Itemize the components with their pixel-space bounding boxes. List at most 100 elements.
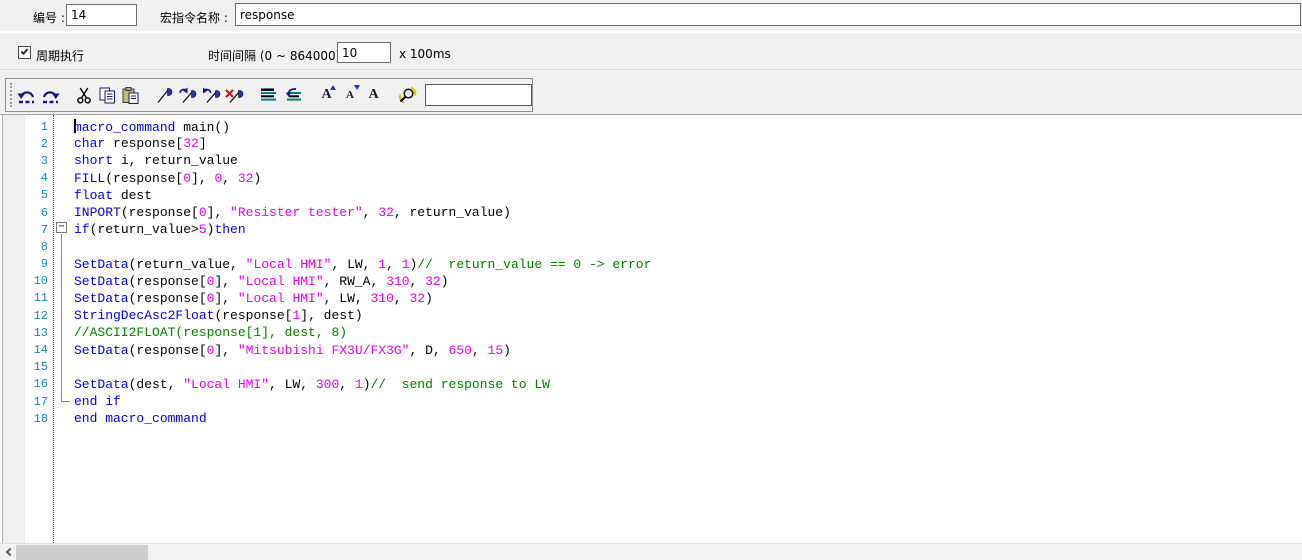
indent-button[interactable] <box>257 82 281 108</box>
code-line[interactable]: 18end macro_command <box>0 410 1302 427</box>
code-text: if(return_value>5)then <box>74 222 246 237</box>
line-number: 9 <box>0 257 50 271</box>
line-number: 11 <box>0 291 50 305</box>
code-line[interactable]: 5 float dest <box>0 187 1302 204</box>
fold-margin <box>50 307 74 324</box>
line-number: 10 <box>0 274 50 288</box>
code-line[interactable]: 17end if <box>0 393 1302 410</box>
code-line[interactable]: 2char response[32] <box>0 135 1302 152</box>
line-number: 4 <box>0 171 50 185</box>
line-number: 2 <box>0 137 50 151</box>
code-text: float dest <box>74 188 152 203</box>
code-line[interactable]: 10 SetData(response[0], "Local HMI", RW_A… <box>0 273 1302 290</box>
line-number: 13 <box>0 326 50 340</box>
undo-icon <box>17 87 37 104</box>
cut-button[interactable] <box>72 82 96 108</box>
search-button[interactable] <box>396 82 420 108</box>
macro-name-label: 宏指令名称 : <box>160 9 228 26</box>
paste-icon <box>122 87 139 104</box>
bookmark-flag-icon <box>155 87 175 104</box>
undo-button[interactable] <box>15 82 39 108</box>
code-text: //ASCII2FLOAT(response[1], dest, 8) <box>74 325 347 340</box>
code-line[interactable]: 8 <box>0 238 1302 255</box>
fold-margin <box>50 410 74 427</box>
fold-margin <box>50 118 74 135</box>
line-number: 15 <box>0 360 50 374</box>
fold-margin <box>50 256 74 273</box>
code-text: short i, return_value <box>74 153 238 168</box>
line-number: 12 <box>0 309 50 323</box>
fold-margin <box>50 152 74 169</box>
triangle-down-icon <box>354 85 360 90</box>
code-line[interactable]: 3 short i, return_value <box>0 152 1302 169</box>
previous-bookmark-button[interactable] <box>200 82 224 108</box>
outdent-button[interactable] <box>281 82 305 108</box>
line-number: 1 <box>0 120 50 134</box>
fold-margin <box>50 341 74 358</box>
line-number: 5 <box>0 188 50 202</box>
bookmark-clear-icon <box>225 87 245 104</box>
code-line[interactable]: 7−if(return_value>5)then <box>0 221 1302 238</box>
code-text: macro_command main() <box>74 119 230 135</box>
font-increase-button[interactable]: A <box>315 82 339 108</box>
code-text: SetData(response[0], "Local HMI", RW_A, … <box>74 274 449 289</box>
checkmark-icon <box>21 47 29 55</box>
font-normal-icon: A <box>368 87 378 103</box>
code-line[interactable]: 13 //ASCII2FLOAT(response[1], dest, 8) <box>0 324 1302 341</box>
code-text: FILL(response[0], 0, 32) <box>74 171 261 186</box>
fold-margin <box>50 290 74 307</box>
header-bar: 编号 : 宏指令名称 : <box>0 0 1302 31</box>
line-number: 3 <box>0 154 50 168</box>
code-text: SetData(dest, "Local HMI", LW, 300, 1)//… <box>74 377 550 392</box>
fold-margin <box>50 273 74 290</box>
interval-input[interactable] <box>337 42 391 63</box>
line-number: 14 <box>0 343 50 357</box>
number-input[interactable] <box>66 4 137 26</box>
toggle-bookmark-button[interactable] <box>153 82 177 108</box>
copy-button[interactable] <box>96 82 120 108</box>
horizontal-scrollbar[interactable] <box>0 543 1302 560</box>
fold-margin <box>50 393 74 410</box>
cut-icon <box>76 87 92 104</box>
font-decrease-icon: A <box>346 89 354 101</box>
periodic-checkbox[interactable] <box>18 46 31 59</box>
redo-icon <box>40 87 60 104</box>
clear-bookmarks-button[interactable] <box>224 82 248 108</box>
code-line[interactable]: 11SetData(response[0], "Local HMI", LW, … <box>0 290 1302 307</box>
line-number: 17 <box>0 395 50 409</box>
code-line[interactable]: 1 macro_command main() <box>0 118 1302 135</box>
redo-button[interactable] <box>38 82 62 108</box>
paste-button[interactable] <box>119 82 143 108</box>
code-text: end macro_command <box>74 411 207 426</box>
toolbar: A A A <box>5 78 533 112</box>
fold-margin <box>50 187 74 204</box>
fold-margin <box>50 170 74 187</box>
macro-editor-window: 编号 : 宏指令名称 : 周期执行 时间间隔 (0 ~ 864000) : x … <box>0 0 1302 560</box>
search-refresh-icon <box>397 86 418 104</box>
toolbar-search-input[interactable] <box>425 84 532 106</box>
fold-margin <box>50 135 74 152</box>
line-number: 16 <box>0 377 50 391</box>
fold-margin <box>50 376 74 393</box>
fold-toggle-icon[interactable]: − <box>56 222 67 233</box>
code-editor[interactable]: 1macro_command main()2char response[32]3… <box>0 115 1302 543</box>
periodic-label: 周期执行 <box>36 47 84 64</box>
code-line[interactable]: 14SetData(response[0], "Mitsubishi FX3U/… <box>0 341 1302 358</box>
bookmark-next-icon <box>178 87 198 104</box>
fold-margin[interactable]: − <box>50 221 74 238</box>
scroll-left-button[interactable] <box>0 544 16 560</box>
font-normal-button[interactable]: A <box>362 82 386 108</box>
code-line[interactable]: 9SetData(return_value, "Local HMI", LW, … <box>0 256 1302 273</box>
font-decrease-button[interactable]: A <box>338 82 362 108</box>
next-bookmark-button[interactable] <box>177 82 201 108</box>
code-line[interactable]: 15 <box>0 359 1302 376</box>
code-line[interactable]: 6INPORT(response[0], "Resister tester", … <box>0 204 1302 221</box>
scrollbar-thumb[interactable] <box>16 545 148 560</box>
code-line[interactable]: 12StringDecAsc2Float(response[1], dest) <box>0 307 1302 324</box>
code-line[interactable]: 4 FILL(response[0], 0, 32) <box>0 170 1302 187</box>
outdent-icon <box>283 87 302 103</box>
macro-name-input[interactable] <box>235 3 1301 26</box>
code-line[interactable]: 16 SetData(dest, "Local HMI", LW, 300, 1)… <box>0 376 1302 393</box>
fold-margin <box>50 238 74 255</box>
code-lines: 1macro_command main()2char response[32]3… <box>0 118 1302 427</box>
